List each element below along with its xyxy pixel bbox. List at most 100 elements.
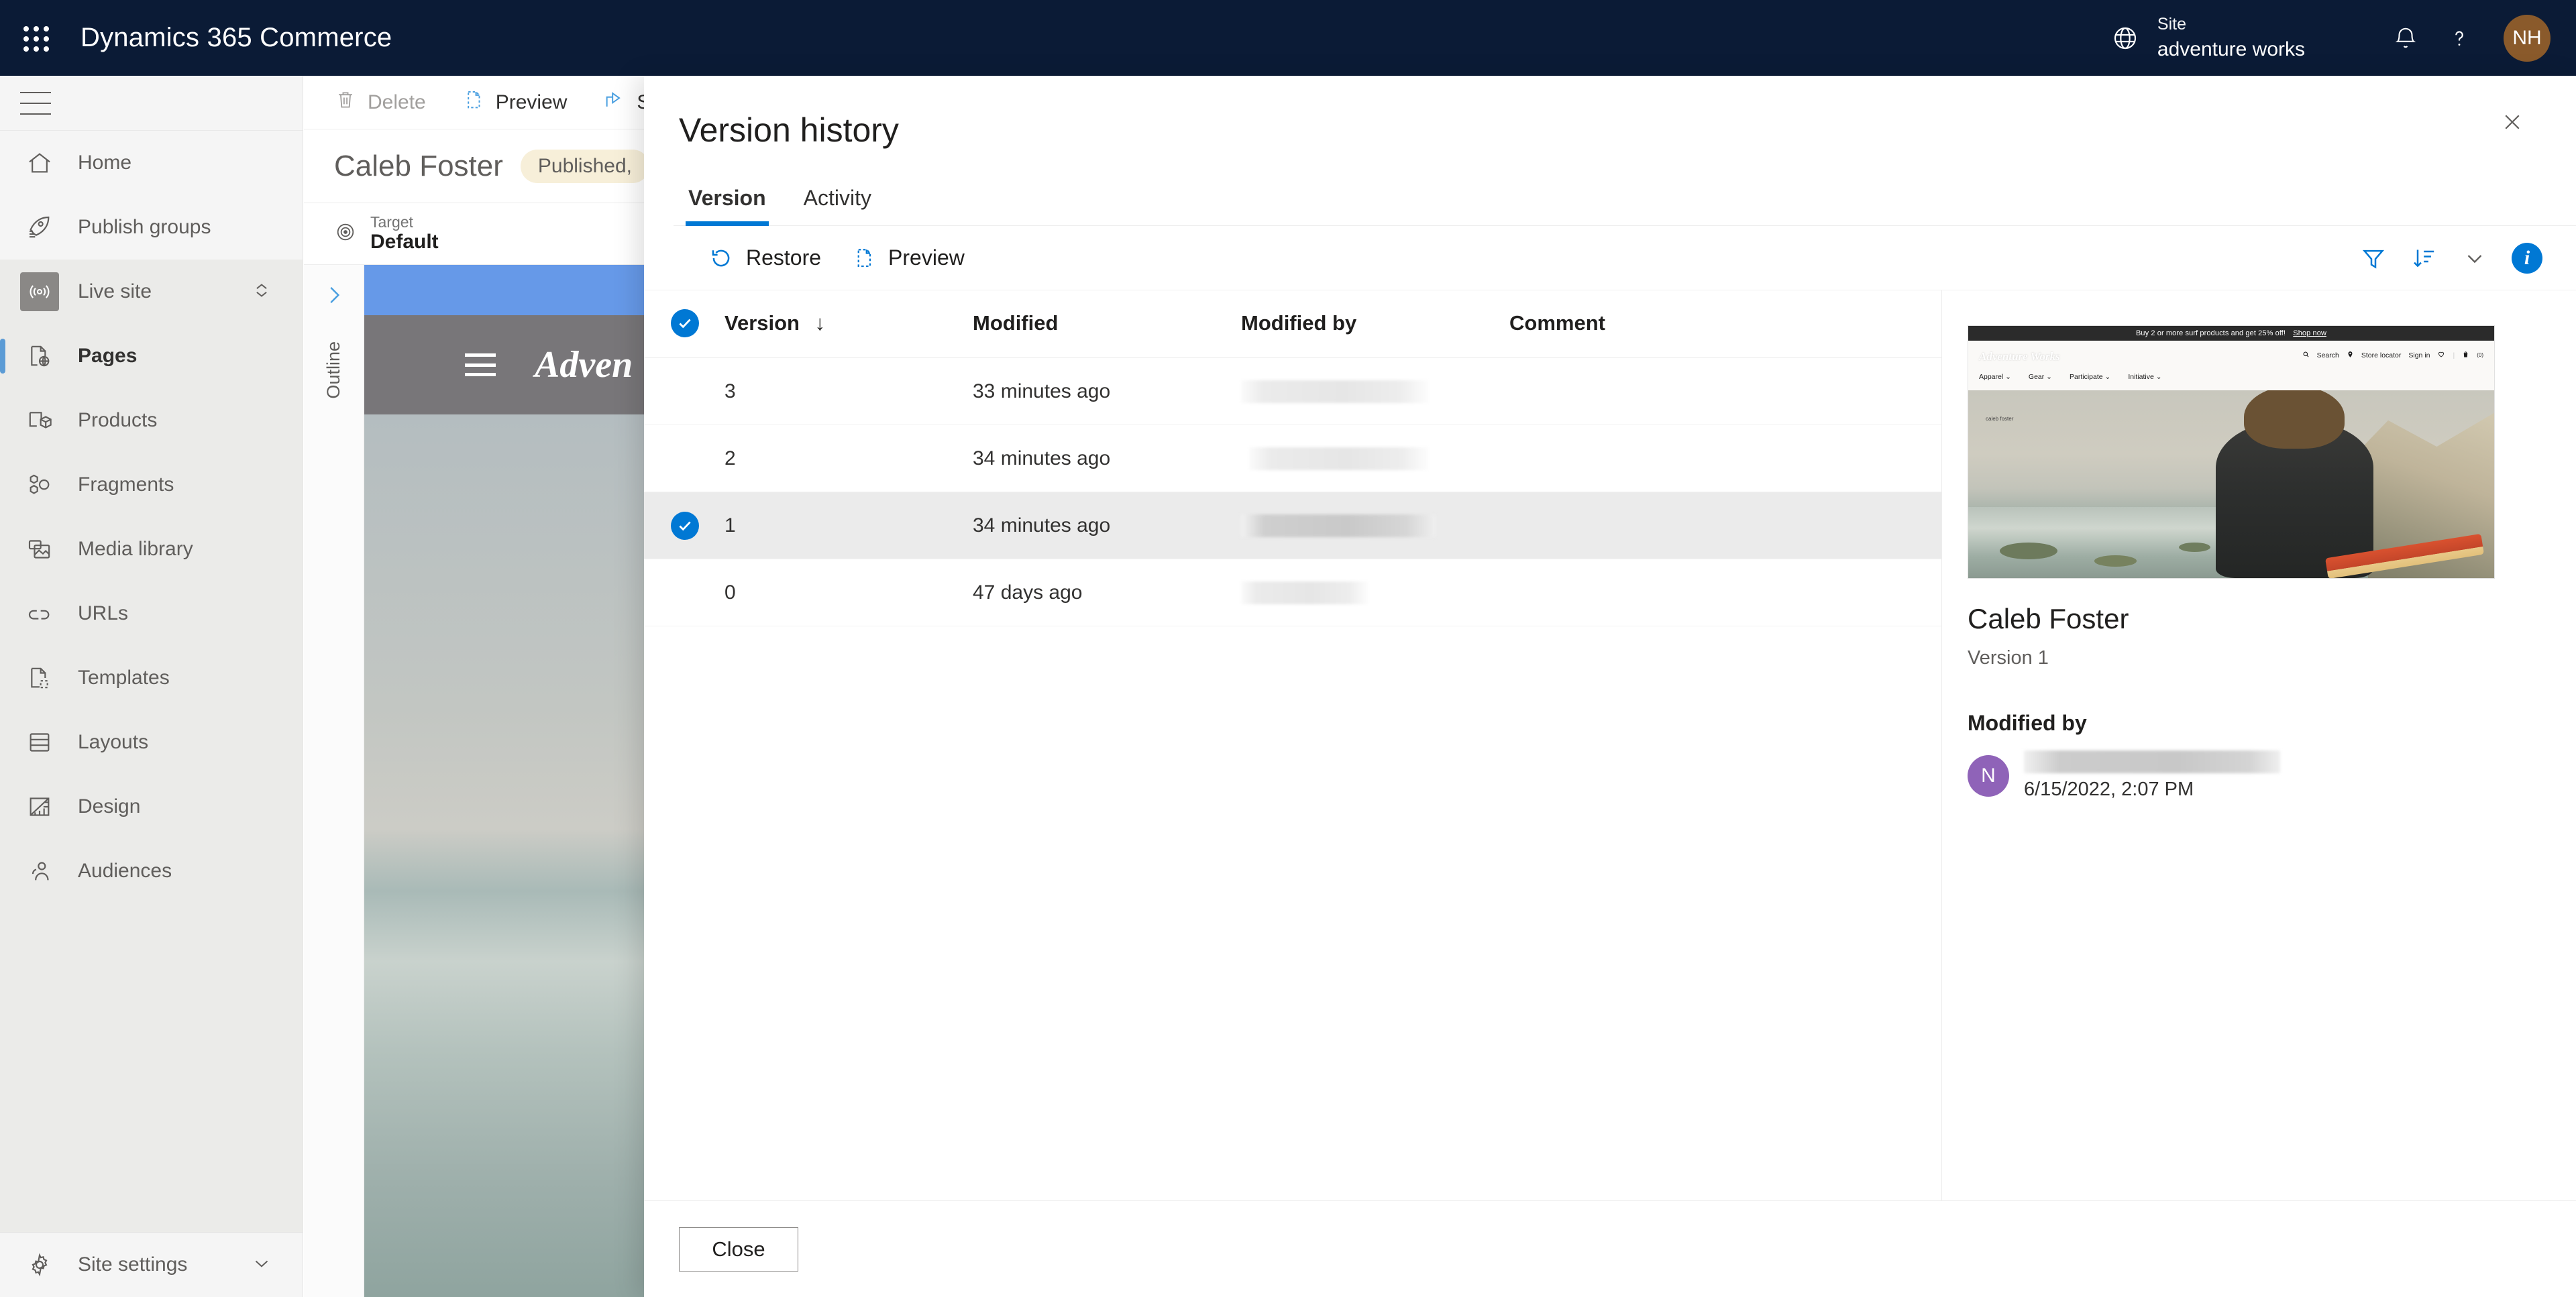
site-selector[interactable]: Site adventure works [2157,13,2305,64]
promo-link: Shop now [2293,329,2326,337]
sort-arrow-icon: ↓ [814,311,826,335]
sidebar-item-pages[interactable]: Pages [0,324,303,388]
column-header-version[interactable]: Version ↓ [724,290,973,358]
preview-label: Preview [888,245,965,270]
layout-icon [20,723,59,762]
cell-modified-by [1241,492,1509,559]
table-header-row: Version ↓ Modified Modified by Comment [644,290,1941,358]
chevron-down-icon[interactable] [2462,245,2487,271]
target-label: Target [370,213,413,231]
dialog-header: Version history [644,76,2576,150]
design-ruler-icon [20,787,59,826]
table-row[interactable]: 0 47 days ago [644,559,1941,626]
status-badge: Published, [520,149,649,183]
sidebar-item-label: Publish groups [78,216,211,238]
sidebar-item-label: Media library [78,538,193,560]
sidebar-bottom-group: Site settings [0,1232,303,1297]
people-icon [20,852,59,891]
version-table-body: 3 33 minutes ago 2 34 minutes ago 1 34 m… [644,357,1941,626]
help-question-icon[interactable] [2432,0,2486,76]
sidebar-item-label: Live site [78,280,152,302]
sidebar-item-layouts[interactable]: Layouts [0,710,303,775]
column-header-modified[interactable]: Modified [973,290,1241,358]
detail-user-name-redacted [2024,750,2280,773]
preview-label: Preview [495,91,568,113]
column-header-comment[interactable]: Comment [1509,290,1941,358]
location-pin-icon [2347,351,2354,360]
sidebar-item-templates[interactable]: Templates [0,646,303,710]
info-circle-icon[interactable]: i [2512,242,2542,274]
chevron-down-icon[interactable] [250,1252,273,1278]
avatar: N [1968,754,2009,797]
heart-icon [2437,350,2445,360]
row-checkbox-cell[interactable] [644,492,724,559]
notification-bell-icon[interactable] [2379,0,2432,76]
hero-rock [2000,542,2058,559]
fragments-icon [20,465,59,504]
preview-button[interactable]: Preview [462,89,568,117]
thumbnail-logo: Adventure Works [1979,350,2060,363]
sidebar-item-label: Audiences [78,860,172,882]
cell-comment [1509,425,1941,492]
hamburger-menu-icon[interactable] [20,91,51,115]
sidebar-item-fragments[interactable]: Fragments [0,453,303,517]
table-row[interactable]: 2 34 minutes ago [644,425,1941,492]
target-text: Target Default [370,213,439,254]
sidebar-item-label: Home [78,152,132,174]
sidebar-item-live-site[interactable]: Live site [0,260,303,324]
user-avatar[interactable]: NH [2504,14,2551,62]
product-box-icon [20,401,59,440]
sidebar-item-audiences[interactable]: Audiences [0,839,303,903]
cell-comment [1509,357,1941,425]
sidebar-item-label: URLs [78,602,129,624]
share-button[interactable]: S [603,89,650,117]
sort-icon[interactable] [2411,245,2438,272]
waffle-grid-icon[interactable] [17,20,54,56]
restore-undo-icon [708,245,734,271]
chevron-right-icon[interactable] [321,282,347,315]
menu-item-participate: Participate ⌄ [2069,373,2111,381]
table-row[interactable]: 1 34 minutes ago [644,492,1941,559]
table-row[interactable]: 3 33 minutes ago [644,357,1941,425]
sidebar-item-label: Fragments [78,473,174,496]
sidebar-item-label: Pages [78,345,138,367]
version-thumbnail[interactable]: Buy 2 or more surf products and get 25% … [1968,325,2495,579]
share-icon [603,89,626,117]
column-header-modified-by[interactable]: Modified by [1241,290,1509,358]
close-button[interactable]: Close [679,1227,798,1272]
restore-button[interactable]: Restore [708,245,821,271]
template-document-icon [20,659,59,697]
row-checkbox-cell[interactable] [644,357,724,425]
sidebar-item-publish-groups[interactable]: Publish groups [0,195,303,260]
sidebar-item-site-settings[interactable]: Site settings [0,1233,303,1297]
dialog-command-bar-right: i [2360,242,2542,274]
cell-version: 0 [724,559,973,626]
preview-version-button[interactable]: Preview [852,245,965,270]
target-value: Default [370,231,439,253]
select-all-checkbox[interactable] [671,309,699,337]
cell-modified-by [1241,425,1509,492]
hero-caption: caleb foster [1986,416,2014,422]
row-checkbox-cell[interactable] [644,425,724,492]
globe-icon[interactable] [2098,0,2152,76]
tab-version[interactable]: Version [674,179,781,226]
cell-version: 2 [724,425,973,492]
filter-funnel-icon[interactable] [2360,245,2387,272]
sidebar-item-urls[interactable]: URLs [0,581,303,646]
cell-modified: 33 minutes ago [973,357,1241,425]
sidebar-item-label: Layouts [78,731,149,753]
sidebar-item-products[interactable]: Products [0,388,303,453]
sidebar-item-home[interactable]: Home [0,131,303,195]
sidebar-item-design[interactable]: Design [0,775,303,839]
sidebar-item-media-library[interactable]: Media library [0,517,303,581]
detail-modified-by-row: N 6/15/2022, 2:07 PM [1968,750,2536,801]
sidebar-item-label: Products [78,409,158,431]
tab-activity[interactable]: Activity [789,179,886,225]
thumbnail-nav-right: Search Store locator Sign in | (0) [2302,350,2483,360]
close-x-icon[interactable] [2491,101,2533,143]
menu-item-gear: Gear ⌄ [2028,373,2052,381]
row-checkbox-cell[interactable] [644,559,724,626]
row-checkbox[interactable] [671,511,699,540]
expand-collapse-chevron-icon[interactable] [250,279,273,305]
nav-search-label: Search [2316,351,2339,359]
